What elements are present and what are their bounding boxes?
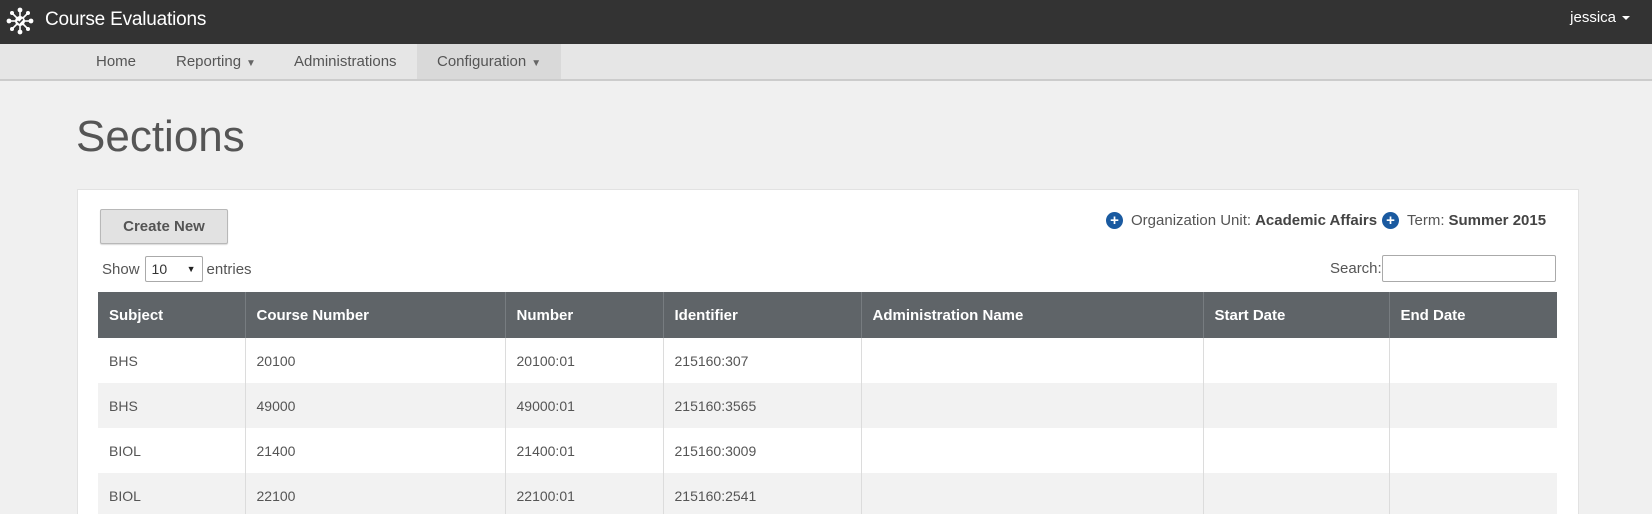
cell-subject: BIOL bbox=[98, 428, 246, 473]
cell-course-number: 49000 bbox=[245, 383, 506, 428]
triangle-down-icon: ▼ bbox=[531, 58, 542, 69]
column-header-course-number[interactable]: Course Number bbox=[245, 292, 506, 338]
nav-configuration[interactable]: Configuration ▼ bbox=[417, 44, 562, 79]
cell-number: 20100:01 bbox=[505, 338, 664, 383]
add-circle-icon[interactable]: + bbox=[1382, 212, 1399, 229]
cell-course-number: 21400 bbox=[245, 428, 506, 473]
cell-subject: BHS bbox=[98, 338, 246, 383]
nav-administrations[interactable]: Administrations bbox=[274, 44, 417, 79]
cell-end-date bbox=[1389, 428, 1557, 473]
cell-identifier: 215160:2541 bbox=[663, 473, 862, 514]
column-header-end-date[interactable]: End Date bbox=[1389, 292, 1557, 338]
cell-identifier: 215160:3565 bbox=[663, 383, 862, 428]
cell-start-date bbox=[1203, 338, 1390, 383]
search-label: Search: bbox=[1330, 260, 1382, 277]
table-row[interactable]: BHS 49000 49000:01 215160:3565 bbox=[98, 383, 1557, 428]
caret-down-icon bbox=[1622, 16, 1630, 21]
nav-home[interactable]: Home bbox=[76, 44, 156, 79]
nav-reporting-label: Reporting bbox=[176, 53, 242, 70]
cell-course-number: 22100 bbox=[245, 473, 506, 514]
cell-number: 22100:01 bbox=[505, 473, 664, 514]
entries-select-value: 10 bbox=[151, 261, 168, 277]
table-row[interactable]: BHS 20100 20100:01 215160:307 bbox=[98, 338, 1557, 383]
add-circle-icon[interactable]: + bbox=[1106, 212, 1123, 229]
cell-number: 21400:01 bbox=[505, 428, 664, 473]
app-logo-icon[interactable] bbox=[5, 6, 35, 36]
column-header-start-date[interactable]: Start Date bbox=[1203, 292, 1390, 338]
cell-subject: BIOL bbox=[98, 473, 246, 514]
column-header-identifier[interactable]: Identifier bbox=[663, 292, 862, 338]
app-title[interactable]: Course Evaluations bbox=[45, 9, 206, 31]
user-name: jessica bbox=[1570, 9, 1616, 26]
table-row[interactable]: BIOL 22100 22100:01 215160:2541 bbox=[98, 473, 1557, 514]
page-title: Sections bbox=[76, 112, 245, 161]
search-input[interactable] bbox=[1382, 255, 1556, 282]
cell-identifier: 215160:3009 bbox=[663, 428, 862, 473]
create-new-button[interactable]: Create New bbox=[100, 209, 228, 244]
column-header-number[interactable]: Number bbox=[505, 292, 664, 338]
term-filter[interactable]: + Term: Summer 2015 bbox=[1382, 212, 1546, 229]
cell-administration-name bbox=[861, 338, 1204, 383]
nav-reporting[interactable]: Reporting ▼ bbox=[156, 44, 276, 79]
sections-table: Subject Course Number Number Identifier … bbox=[98, 292, 1557, 514]
top-bar: Course Evaluations jessica bbox=[0, 0, 1652, 44]
cell-administration-name bbox=[861, 428, 1204, 473]
table-header-row: Subject Course Number Number Identifier … bbox=[98, 292, 1557, 338]
main-nav: Home Reporting ▼ Administrations Configur… bbox=[0, 44, 1652, 81]
nav-home-label: Home bbox=[96, 53, 137, 70]
nav-configuration-label: Configuration bbox=[437, 53, 527, 70]
cell-number: 49000:01 bbox=[505, 383, 664, 428]
show-label: Show bbox=[102, 260, 140, 278]
cell-start-date bbox=[1203, 473, 1390, 514]
column-header-administration-name[interactable]: Administration Name bbox=[861, 292, 1204, 338]
cell-administration-name bbox=[861, 473, 1204, 514]
term-value: Summer 2015 bbox=[1448, 212, 1547, 229]
table-row[interactable]: BIOL 21400 21400:01 215160:3009 bbox=[98, 428, 1557, 473]
cell-subject: BHS bbox=[98, 383, 246, 428]
cell-start-date bbox=[1203, 383, 1390, 428]
term-label: Term: bbox=[1407, 212, 1445, 229]
entries-select[interactable]: 10 ▼ bbox=[144, 256, 203, 282]
user-menu[interactable]: jessica bbox=[1570, 9, 1630, 26]
org-unit-value: Academic Affairs bbox=[1255, 212, 1378, 229]
entries-suffix: entries bbox=[206, 260, 252, 278]
entries-length-control: Show 10 ▼ entries bbox=[102, 256, 252, 282]
cell-course-number: 20100 bbox=[245, 338, 506, 383]
cell-identifier: 215160:307 bbox=[663, 338, 862, 383]
cell-start-date bbox=[1203, 428, 1390, 473]
column-header-subject[interactable]: Subject bbox=[98, 292, 246, 338]
cell-end-date bbox=[1389, 473, 1557, 514]
org-unit-filter[interactable]: + Organization Unit: Academic Affairs bbox=[1106, 212, 1377, 229]
cell-end-date bbox=[1389, 338, 1557, 383]
org-unit-label: Organization Unit: bbox=[1131, 212, 1252, 229]
chevron-down-icon: ▼ bbox=[186, 264, 196, 274]
nav-administrations-label: Administrations bbox=[294, 53, 397, 70]
triangle-down-icon: ▼ bbox=[246, 58, 256, 69]
cell-administration-name bbox=[861, 383, 1204, 428]
cell-end-date bbox=[1389, 383, 1557, 428]
